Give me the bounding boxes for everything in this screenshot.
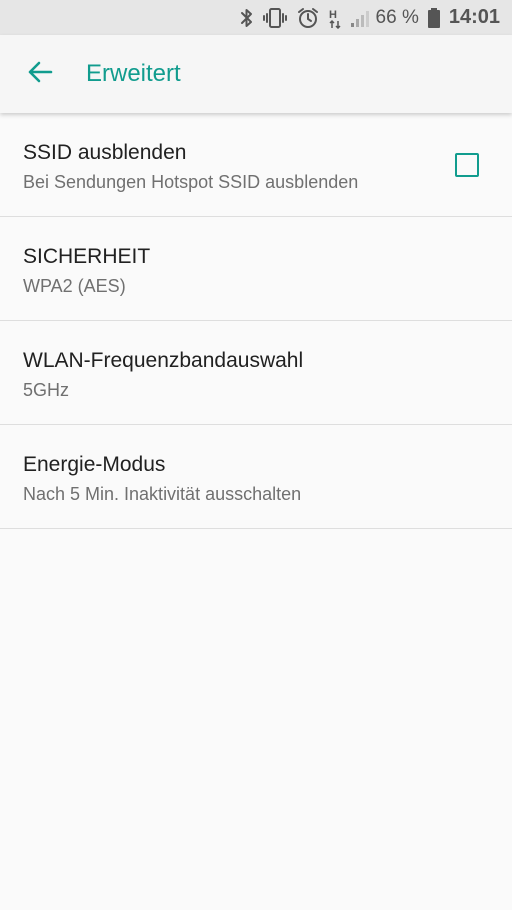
alarm-icon: [296, 7, 320, 29]
setting-title: Energie-Modus: [23, 453, 166, 476]
signal-icon: [350, 7, 370, 29]
battery-icon: [427, 7, 441, 29]
back-button[interactable]: [12, 46, 68, 102]
status-bar: H 66 % 14:01: [0, 0, 512, 35]
vibrate-icon: [262, 7, 288, 29]
setting-frequency-band[interactable]: WLAN-Frequenzbandauswahl 5GHz: [0, 321, 512, 425]
page-title: Erweitert: [86, 60, 181, 87]
setting-subtitle: 5GHz: [23, 380, 70, 400]
status-clock: 14:01: [448, 6, 500, 28]
hspa-icon: H: [328, 7, 342, 29]
setting-title: WLAN-Frequenzbandauswahl: [23, 349, 304, 372]
bluetooth-icon: [240, 7, 254, 29]
setting-subtitle: Bei Sendungen Hotspot SSID ausblenden: [23, 172, 359, 192]
setting-subtitle: Nach 5 Min. Inaktivität ausschalten: [23, 484, 302, 504]
app-bar: Erweitert: [0, 35, 512, 113]
setting-title: SICHERHEIT: [23, 245, 151, 268]
settings-list: SSID ausblenden Bei Sendungen Hotspot SS…: [0, 113, 512, 529]
setting-security[interactable]: SICHERHEIT WPA2 (AES): [0, 217, 512, 321]
hide-ssid-checkbox[interactable]: [455, 153, 479, 177]
arrow-back-icon: [27, 59, 53, 90]
setting-title: SSID ausblenden: [23, 141, 187, 164]
setting-hide-ssid[interactable]: SSID ausblenden Bei Sendungen Hotspot SS…: [0, 113, 512, 217]
setting-subtitle: WPA2 (AES): [23, 276, 126, 296]
battery-percent: 66 %: [375, 6, 419, 28]
setting-power-mode[interactable]: Energie-Modus Nach 5 Min. Inaktivität au…: [0, 425, 512, 529]
svg-text:H: H: [329, 9, 337, 21]
